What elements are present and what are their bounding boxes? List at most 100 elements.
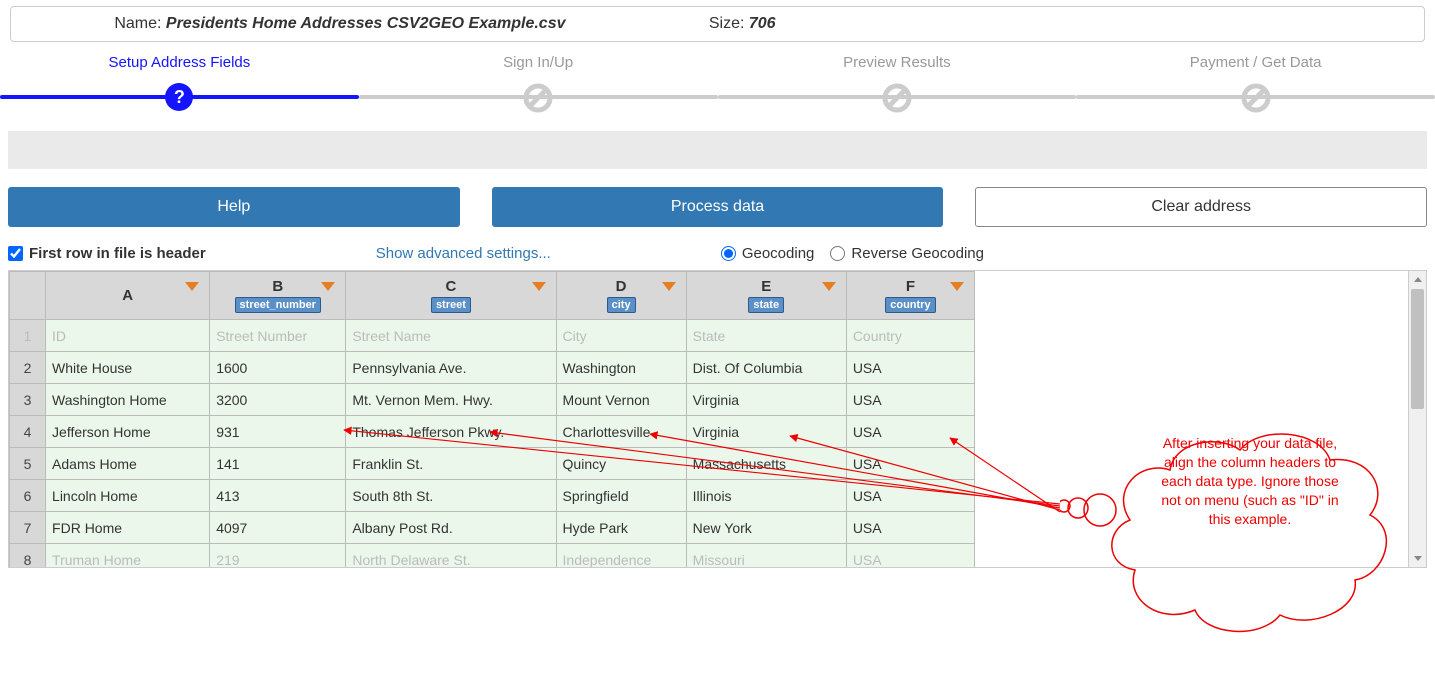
column-tag: country xyxy=(885,297,935,313)
table-cell[interactable]: USA xyxy=(846,416,974,448)
table-cell[interactable]: USA xyxy=(846,480,974,512)
step-payment[interactable]: Payment / Get Data xyxy=(1076,48,1435,111)
table-cell[interactable]: 219 xyxy=(210,544,346,568)
table-row: 1IDStreet NumberStreet NameCityStateCoun… xyxy=(10,320,975,352)
clear-address-button[interactable]: Clear address xyxy=(975,187,1427,227)
column-header-f[interactable]: Fcountry xyxy=(846,272,974,320)
table-cell[interactable]: 3200 xyxy=(210,384,346,416)
table-cell[interactable]: USA xyxy=(846,448,974,480)
table-cell[interactable]: 4097 xyxy=(210,512,346,544)
first-row-header-checkbox[interactable]: First row in file is header xyxy=(8,245,206,262)
column-dropdown-caret-icon[interactable] xyxy=(950,282,964,291)
table-cell[interactable]: Dist. Of Columbia xyxy=(686,352,846,384)
row-number: 7 xyxy=(10,512,46,544)
vertical-scrollbar[interactable] xyxy=(1408,271,1426,567)
table-cell[interactable]: 141 xyxy=(210,448,346,480)
name-label: Name: xyxy=(114,15,166,32)
column-header-b[interactable]: Bstreet_number xyxy=(210,272,346,320)
table-cell[interactable]: ID xyxy=(46,320,210,352)
reverse-geocoding-radio[interactable]: Reverse Geocoding xyxy=(830,245,984,262)
table-cell[interactable]: White House xyxy=(46,352,210,384)
table-cell[interactable]: Franklin St. xyxy=(346,448,556,480)
step-setup-address[interactable]: Setup Address Fields ? xyxy=(0,48,359,111)
disabled-icon xyxy=(1241,83,1271,113)
table-cell[interactable]: City xyxy=(556,320,686,352)
disabled-icon xyxy=(882,83,912,113)
table-scroll[interactable]: A Bstreet_numberCstreetDcityEstateFcountr… xyxy=(9,271,1426,567)
table-cell[interactable]: Thomas Jefferson Pkwy. xyxy=(346,416,556,448)
table-cell[interactable]: Truman Home xyxy=(46,544,210,568)
table-cell[interactable]: Illinois xyxy=(686,480,846,512)
table-cell[interactable]: 413 xyxy=(210,480,346,512)
row-number: 4 xyxy=(10,416,46,448)
table-cell[interactable]: FDR Home xyxy=(46,512,210,544)
file-size-section: Size: 706 xyxy=(709,15,984,33)
table-cell[interactable]: Hyde Park xyxy=(556,512,686,544)
scroll-thumb[interactable] xyxy=(1411,289,1424,409)
table-cell[interactable]: Adams Home xyxy=(46,448,210,480)
name-value: Presidents Home Addresses CSV2GEO Exampl… xyxy=(166,15,566,32)
table-cell[interactable]: Charlottesville xyxy=(556,416,686,448)
scroll-down-button[interactable] xyxy=(1409,549,1426,567)
column-header-a[interactable]: A xyxy=(46,272,210,320)
scroll-track[interactable] xyxy=(1409,289,1426,549)
row-number: 2 xyxy=(10,352,46,384)
table-cell[interactable]: Washington xyxy=(556,352,686,384)
table-cell[interactable]: Lincoln Home xyxy=(46,480,210,512)
table-cell[interactable]: Albany Post Rd. xyxy=(346,512,556,544)
help-circle-icon: ? xyxy=(165,83,193,111)
table-cell[interactable]: Street Name xyxy=(346,320,556,352)
table-cell[interactable]: Street Number xyxy=(210,320,346,352)
table-cell[interactable]: Mount Vernon xyxy=(556,384,686,416)
table-row: 4Jefferson Home931Thomas Jefferson Pkwy.… xyxy=(10,416,975,448)
column-dropdown-caret-icon[interactable] xyxy=(662,282,676,291)
table-cell[interactable]: State xyxy=(686,320,846,352)
column-dropdown-caret-icon[interactable] xyxy=(321,282,335,291)
disabled-icon xyxy=(523,83,553,113)
column-letter: A xyxy=(122,287,133,304)
scroll-up-button[interactable] xyxy=(1409,271,1426,289)
table-cell[interactable]: South 8th St. xyxy=(346,480,556,512)
show-advanced-settings-link[interactable]: Show advanced settings... xyxy=(376,245,551,262)
table-cell[interactable]: Quincy xyxy=(556,448,686,480)
table-cell[interactable]: Washington Home xyxy=(46,384,210,416)
table-cell[interactable]: Country xyxy=(846,320,974,352)
first-row-header-input[interactable] xyxy=(8,246,23,261)
process-data-button[interactable]: Process data xyxy=(492,187,944,227)
table-cell[interactable]: 931 xyxy=(210,416,346,448)
column-dropdown-caret-icon[interactable] xyxy=(822,282,836,291)
action-buttons: Help Process data Clear address xyxy=(0,187,1435,245)
table-cell[interactable]: Massachusetts xyxy=(686,448,846,480)
table-cell[interactable]: Springfield xyxy=(556,480,686,512)
table-cell[interactable]: New York xyxy=(686,512,846,544)
table-cell[interactable]: Independence xyxy=(556,544,686,568)
geocoding-radio[interactable]: Geocoding xyxy=(721,245,815,262)
row-number: 3 xyxy=(10,384,46,416)
column-tag: city xyxy=(607,297,636,313)
table-cell[interactable]: Virginia xyxy=(686,416,846,448)
table-cell[interactable]: North Delaware St. xyxy=(346,544,556,568)
column-header-e[interactable]: Estate xyxy=(686,272,846,320)
step-sign-in[interactable]: Sign In/Up xyxy=(359,48,718,111)
row-number: 6 xyxy=(10,480,46,512)
table-cell[interactable]: Missouri xyxy=(686,544,846,568)
table-cell[interactable]: USA xyxy=(846,352,974,384)
table-cell[interactable]: Virginia xyxy=(686,384,846,416)
column-dropdown-caret-icon[interactable] xyxy=(185,282,199,291)
data-table: A Bstreet_numberCstreetDcityEstateFcountr… xyxy=(9,271,975,567)
table-cell[interactable]: Mt. Vernon Mem. Hwy. xyxy=(346,384,556,416)
column-header-c[interactable]: Cstreet xyxy=(346,272,556,320)
step-label: Preview Results xyxy=(718,54,1077,71)
table-cell[interactable]: USA xyxy=(846,512,974,544)
step-preview[interactable]: Preview Results xyxy=(718,48,1077,111)
spacer-bar xyxy=(8,131,1427,169)
table-cell[interactable]: USA xyxy=(846,544,974,568)
column-dropdown-caret-icon[interactable] xyxy=(532,282,546,291)
table-cell[interactable]: USA xyxy=(846,384,974,416)
table-cell[interactable]: Pennsylvania Ave. xyxy=(346,352,556,384)
table-cell[interactable]: Jefferson Home xyxy=(46,416,210,448)
file-name-section: Name: Presidents Home Addresses CSV2GEO … xyxy=(31,15,649,33)
help-button[interactable]: Help xyxy=(8,187,460,227)
column-header-d[interactable]: Dcity xyxy=(556,272,686,320)
table-cell[interactable]: 1600 xyxy=(210,352,346,384)
